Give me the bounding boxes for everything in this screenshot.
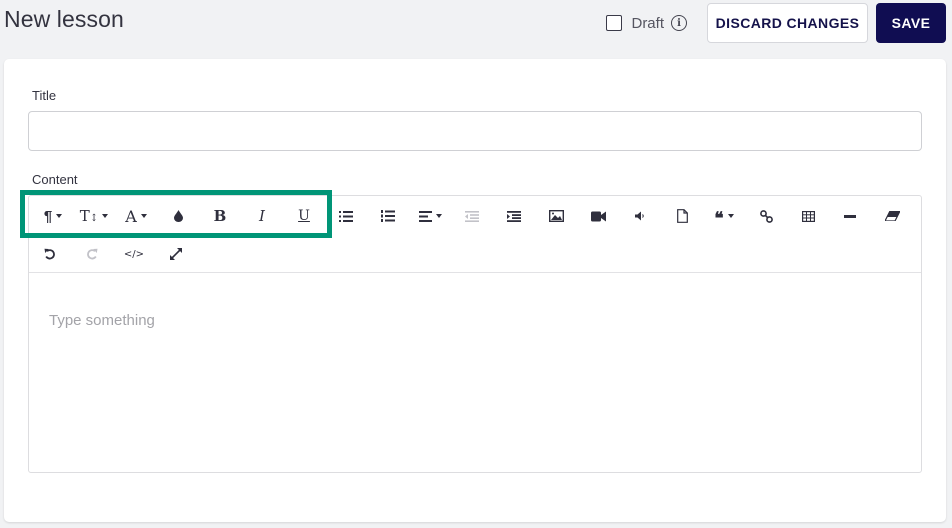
toolbar-divider bbox=[29, 272, 921, 273]
insert-file-button[interactable] bbox=[661, 198, 703, 234]
outdent-icon bbox=[465, 210, 479, 222]
redo-button[interactable] bbox=[71, 236, 113, 272]
paragraph-format-button[interactable]: ¶ bbox=[33, 198, 73, 234]
audio-icon bbox=[635, 211, 644, 221]
title-label: Title bbox=[32, 88, 57, 103]
font-family-button[interactable]: A bbox=[115, 198, 157, 234]
code-icon: </> bbox=[123, 248, 145, 260]
file-icon bbox=[676, 209, 688, 223]
underline-button[interactable]: U bbox=[283, 198, 325, 234]
font-family-icon: A bbox=[125, 206, 137, 226]
editor-toolbar-row-2: </> bbox=[29, 236, 197, 272]
title-input[interactable] bbox=[28, 111, 922, 151]
content-label: Content bbox=[32, 172, 78, 187]
lesson-form-card: Title Content ¶ T↕ A B I U ❝ </> Type so… bbox=[4, 59, 946, 522]
draft-toggle[interactable]: Draft i bbox=[606, 15, 687, 32]
code-view-button[interactable]: </> bbox=[113, 236, 155, 272]
redo-icon bbox=[87, 248, 98, 260]
indent-icon bbox=[507, 210, 521, 222]
insert-link-button[interactable] bbox=[745, 198, 787, 234]
align-button[interactable] bbox=[409, 198, 451, 234]
clear-formatting-button[interactable] bbox=[871, 198, 913, 234]
rich-text-editor: ¶ T↕ A B I U ❝ </> Type something bbox=[28, 195, 922, 473]
horizontal-line-icon bbox=[844, 214, 856, 218]
horizontal-line-button[interactable] bbox=[829, 198, 871, 234]
text-color-button[interactable] bbox=[157, 198, 199, 234]
bulleted-list-icon bbox=[339, 210, 353, 222]
align-left-icon bbox=[418, 210, 432, 222]
insert-image-button[interactable] bbox=[535, 198, 577, 234]
header-actions: Draft i DISCARD CHANGES SAVE bbox=[606, 3, 946, 43]
undo-button[interactable] bbox=[29, 236, 71, 272]
video-icon bbox=[590, 211, 606, 221]
insert-video-button[interactable] bbox=[577, 198, 619, 234]
droplet-icon bbox=[173, 210, 183, 222]
insert-audio-button[interactable] bbox=[619, 198, 661, 234]
bold-button[interactable]: B bbox=[199, 198, 241, 234]
expand-icon bbox=[170, 248, 182, 260]
italic-button[interactable]: I bbox=[241, 198, 283, 234]
undo-icon bbox=[44, 248, 55, 260]
table-icon bbox=[801, 210, 815, 222]
page-title: New lesson bbox=[4, 6, 124, 32]
info-icon[interactable]: i bbox=[671, 15, 687, 31]
font-size-button[interactable]: T↕ bbox=[73, 198, 115, 234]
insert-table-button[interactable] bbox=[787, 198, 829, 234]
bold-icon: B bbox=[213, 207, 227, 225]
draft-label: Draft bbox=[631, 14, 664, 32]
numbered-list-button[interactable] bbox=[367, 198, 409, 234]
italic-icon: I bbox=[259, 207, 265, 225]
content-editor-placeholder[interactable]: Type something bbox=[49, 312, 155, 329]
bulleted-list-button[interactable] bbox=[325, 198, 367, 234]
outdent-button[interactable] bbox=[451, 198, 493, 234]
paragraph-icon: ¶ bbox=[43, 207, 53, 225]
indent-button[interactable] bbox=[493, 198, 535, 234]
fullscreen-button[interactable] bbox=[155, 236, 197, 272]
eraser-icon bbox=[884, 211, 900, 221]
editor-toolbar-row-1: ¶ T↕ A B I U ❝ bbox=[29, 198, 913, 234]
link-icon bbox=[759, 209, 773, 223]
image-icon bbox=[548, 210, 564, 222]
numbered-list-icon bbox=[381, 210, 395, 222]
underline-icon: U bbox=[298, 208, 310, 224]
save-button[interactable]: SAVE bbox=[876, 3, 946, 43]
quote-button[interactable]: ❝ bbox=[703, 198, 745, 234]
discard-changes-button[interactable]: DISCARD CHANGES bbox=[707, 3, 868, 43]
draft-checkbox[interactable] bbox=[606, 15, 623, 31]
font-size-icon: T↕ bbox=[79, 207, 99, 225]
quote-icon: ❝ bbox=[714, 208, 724, 228]
